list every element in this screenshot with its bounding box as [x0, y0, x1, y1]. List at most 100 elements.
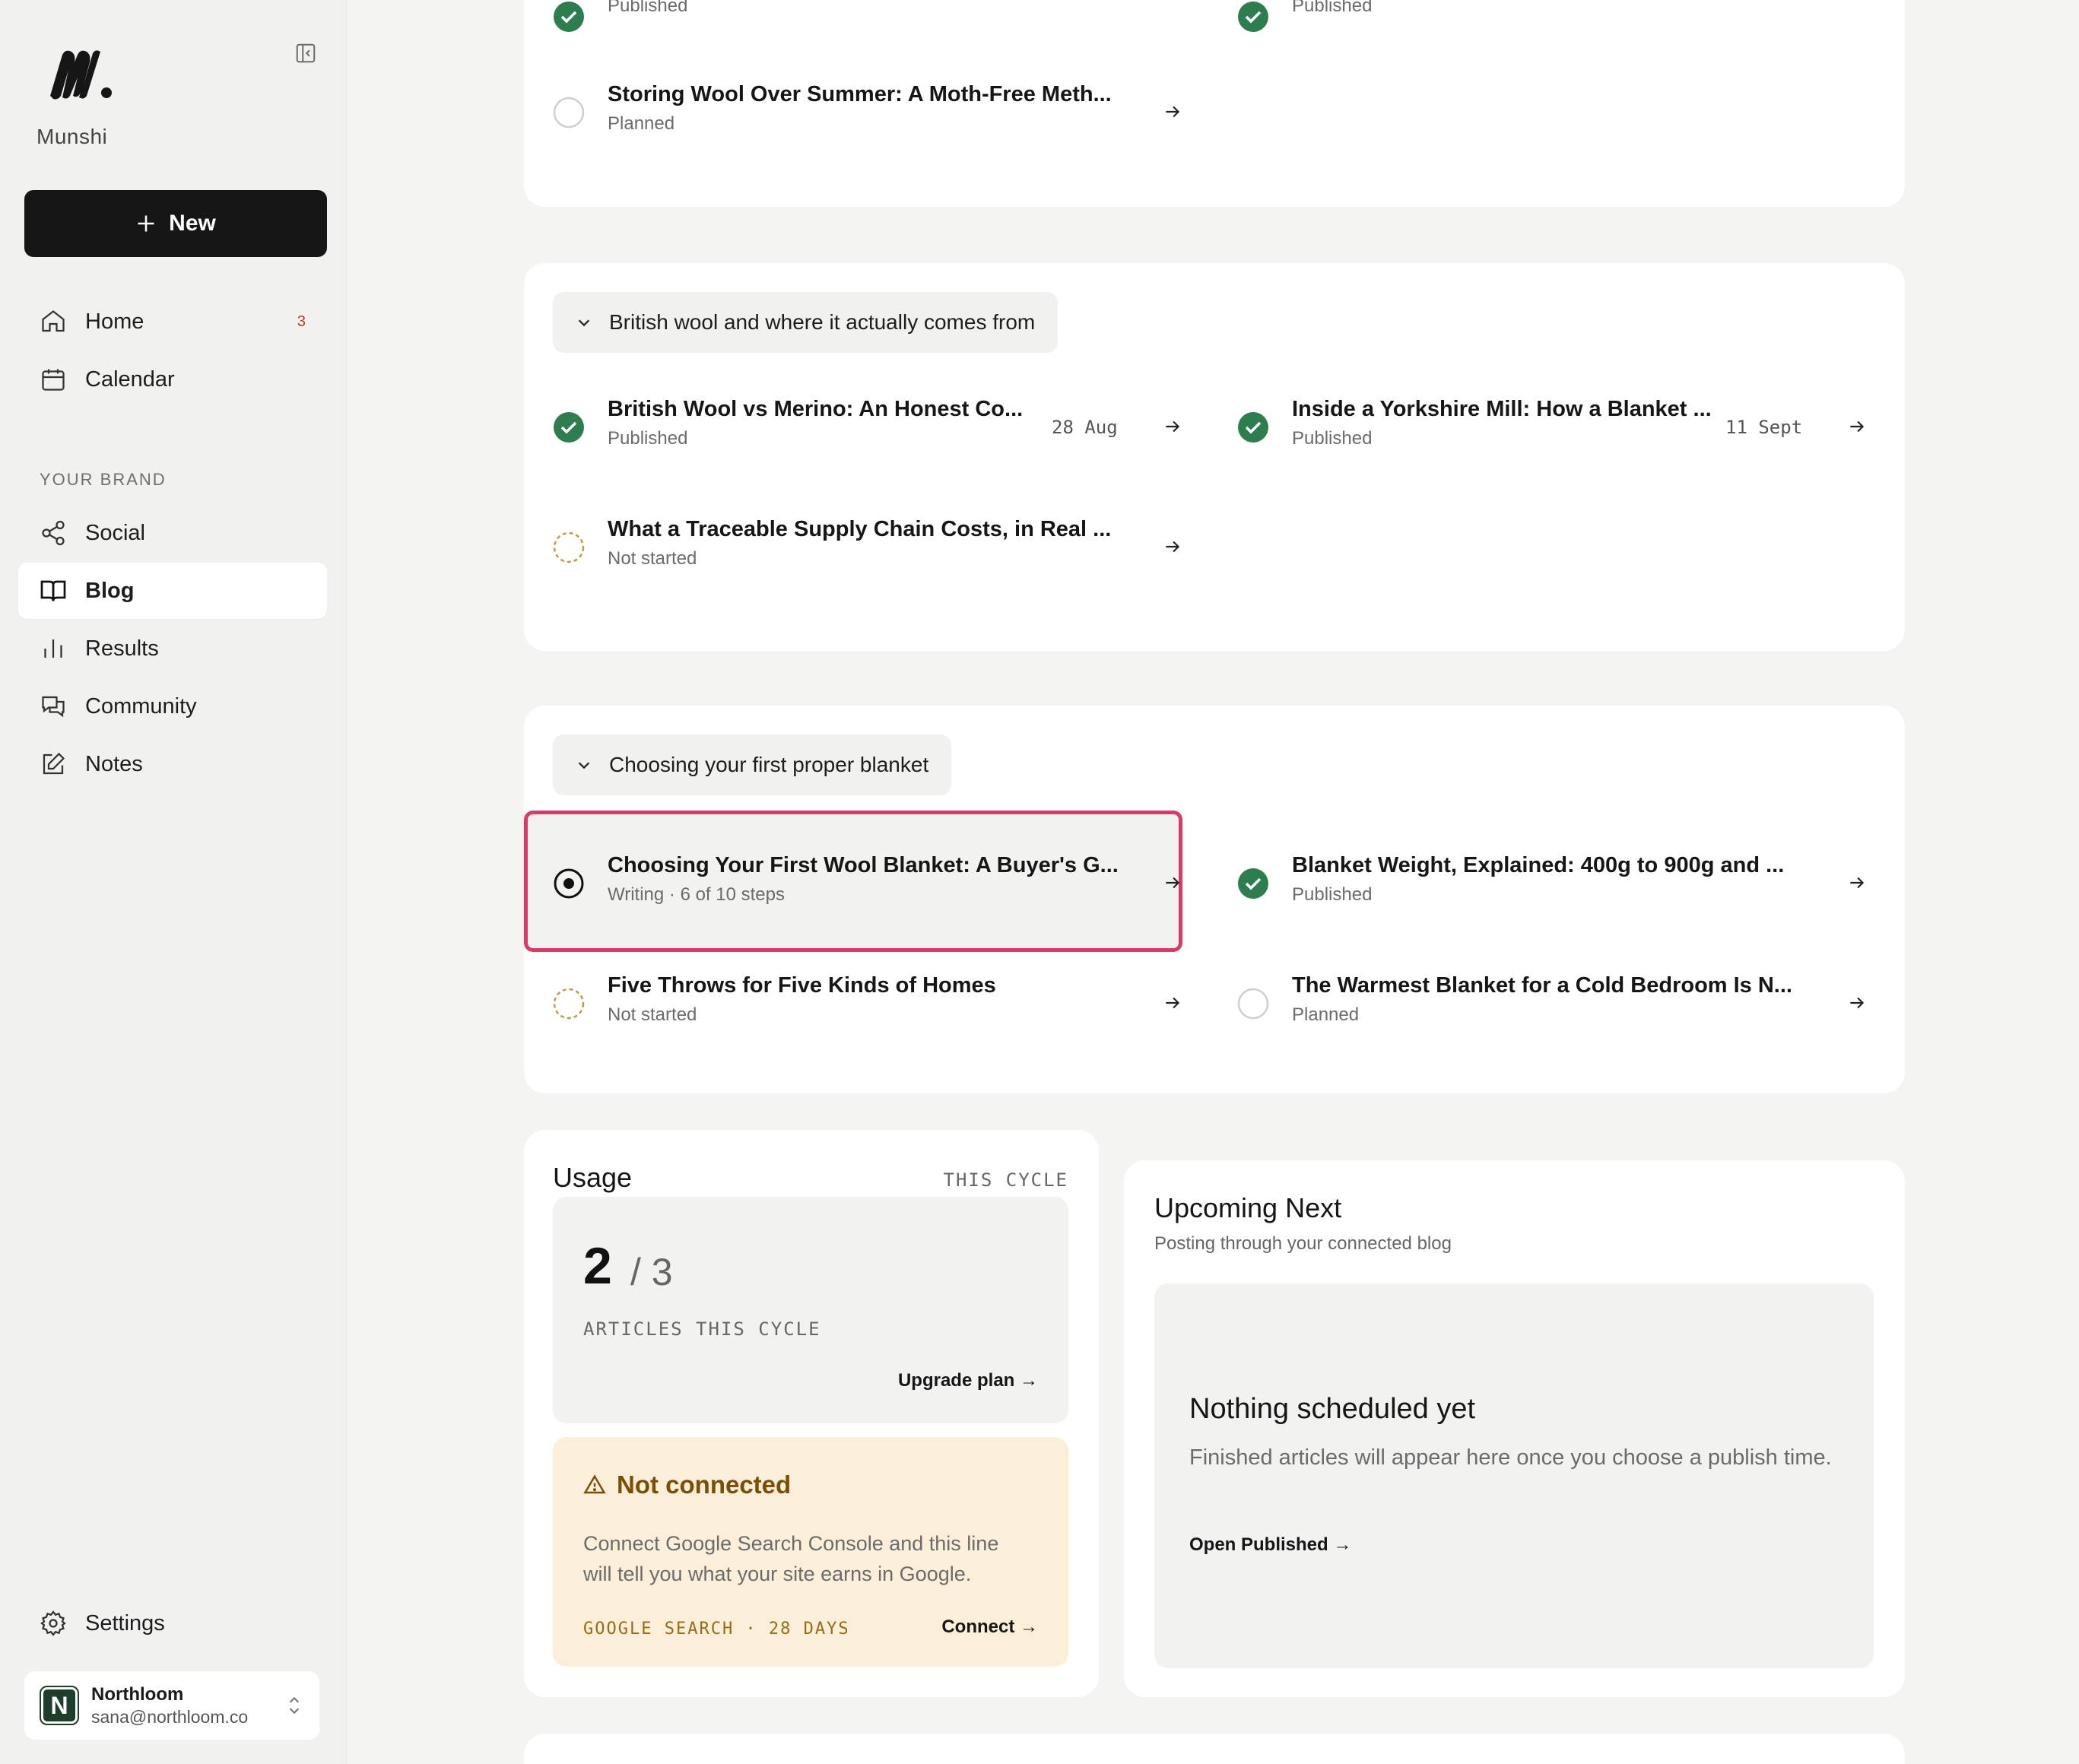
usage-unit-label: ARTICLES THIS CYCLE — [583, 1318, 821, 1340]
sidebar-item-label: Results — [85, 636, 159, 661]
list-item[interactable]: British Wool vs Merino: An Honest Co... … — [553, 383, 1192, 467]
planned-circle-icon — [553, 97, 585, 128]
sidebar-item-settings[interactable]: Settings — [18, 1595, 327, 1651]
arrow-right-icon — [1166, 420, 1180, 433]
sidebar-item-label: Settings — [85, 1610, 165, 1636]
new-button-label: New — [169, 211, 216, 236]
list-item[interactable]: Inside a Yorkshire Mill: How a Blanket .… — [1237, 383, 1876, 467]
plus-icon — [138, 215, 154, 232]
group-title: Choosing your first proper blanket — [609, 753, 929, 776]
published-check-icon — [554, 2, 584, 32]
chevron-down-icon — [578, 319, 590, 327]
sidebar-item-label: Home — [85, 309, 144, 334]
connect-link[interactable]: Connect → — [941, 1616, 1038, 1638]
article-status: Published — [1292, 428, 1373, 449]
list-item[interactable]: Blanket Weight, Explained: 400g to 900g … — [1237, 839, 1876, 923]
list-item[interactable]: Five Throws for Five Kinds of Homes Not … — [553, 960, 1192, 1043]
article-title: Inside a Yorkshire Mill: How a Blanket .… — [1292, 397, 1712, 421]
sidebar-item-social[interactable]: Social — [18, 505, 327, 561]
collapse-sidebar-button[interactable] — [292, 40, 319, 67]
sidebar-toggle-icon — [296, 43, 316, 63]
sidebar-item-blog[interactable]: Blog — [18, 563, 327, 619]
sidebar-item-label: Social — [85, 520, 145, 545]
sidebar-item-notes[interactable]: Notes — [18, 736, 327, 792]
warning-title: Not connected — [583, 1471, 791, 1499]
published-check-icon — [554, 412, 584, 443]
brand-name: Munshi — [37, 125, 108, 148]
empty-state-text: Finished articles will appear here once … — [1189, 1445, 1832, 1470]
sidebar-item-label: Blog — [85, 578, 135, 603]
account-email: sana@northloom.co — [91, 1706, 249, 1727]
sidebar-item-label: Notes — [85, 751, 143, 776]
account-avatar: N — [40, 1686, 79, 1725]
sidebar-item-results[interactable]: Results — [18, 620, 327, 677]
arrow-right-icon — [1850, 877, 1865, 889]
article-status: Writing · 6 of 10 steps — [608, 884, 785, 905]
sidebar-item-home[interactable]: Home 3 — [18, 293, 327, 350]
munshi-logo[interactable] — [47, 47, 116, 100]
arrow-right-icon — [1166, 541, 1180, 553]
usage-limit: / 3 — [630, 1251, 673, 1293]
list-item[interactable]: What a Traceable Supply Chain Costs, in … — [553, 503, 1192, 587]
upcoming-title: Upcoming Next — [1154, 1192, 1342, 1223]
upcoming-card: Upcoming Next Posting through your conne… — [1124, 1160, 1905, 1697]
sidebar-item-community[interactable]: Community — [18, 678, 327, 734]
warning-source: GOOGLE SEARCH · 28 DAYS — [583, 1620, 850, 1639]
account-switcher[interactable]: N Northloom sana@northloom.co — [24, 1671, 319, 1740]
article-title: Blanket Weight, Explained: 400g to 900g … — [1292, 853, 1785, 877]
article-group-card: Published Published Storing Wool Over Su… — [524, 0, 1905, 207]
group-toggle[interactable]: British wool and where it actually comes… — [553, 292, 1059, 353]
article-title: Choosing Your First Wool Blanket: A Buye… — [608, 853, 1119, 877]
empty-state-title: Nothing scheduled yet — [1189, 1393, 1476, 1425]
article-status: Not started — [608, 548, 697, 569]
usage-cycle-label: THIS CYCLE — [943, 1169, 1068, 1191]
article-title: The Warmest Blanket for a Cold Bedroom I… — [1292, 973, 1792, 998]
article-status: Planned — [608, 113, 675, 134]
notification-badge: 3 — [297, 313, 306, 330]
group-toggle[interactable]: Choosing your first proper blanket — [553, 734, 952, 795]
list-item[interactable]: Published — [553, 0, 1176, 56]
not-started-dashed-circle-icon — [553, 531, 585, 563]
warning-text: Connect Google Search Console and this l… — [583, 1532, 999, 1585]
arrow-right-icon — [1850, 420, 1865, 433]
published-check-icon — [1238, 412, 1268, 443]
usage-used: 2 — [583, 1237, 612, 1295]
planned-circle-icon — [1237, 988, 1269, 1020]
arrow-right-icon — [1166, 106, 1180, 118]
book-icon — [40, 580, 66, 601]
article-status: Not started — [608, 1004, 697, 1025]
list-item[interactable]: The Warmest Blanket for a Cold Bedroom I… — [1237, 960, 1876, 1043]
article-status: Planned — [1292, 1004, 1360, 1025]
article-status: Published — [608, 428, 688, 449]
published-check-icon — [1238, 2, 1268, 32]
upcoming-subtitle: Posting through your connected blog — [1154, 1233, 1452, 1254]
list-item[interactable]: Choosing Your First Wool Blanket: A Buye… — [553, 839, 1192, 923]
warning-title-text: Not connected — [617, 1471, 792, 1499]
arrow-right-icon — [1166, 877, 1180, 889]
publish-date: 28 Aug — [1052, 417, 1118, 438]
nav-section-heading: YOUR BRAND — [40, 470, 167, 489]
arrow-right-icon — [1166, 997, 1180, 1009]
upgrade-plan-link[interactable]: Upgrade plan → — [898, 1370, 1038, 1391]
bar-chart-icon — [44, 639, 62, 658]
list-item[interactable]: Published — [1237, 0, 1861, 56]
not-started-dashed-circle-icon — [553, 988, 585, 1020]
arrow-right-icon — [1850, 997, 1865, 1009]
article-title: Storing Wool Over Summer: A Moth-Free Me… — [608, 82, 1112, 106]
list-item[interactable]: Storing Wool Over Summer: A Moth-Free Me… — [553, 68, 1192, 152]
chevron-up-down-icon — [289, 1696, 300, 1715]
open-published-link[interactable]: Open Published → — [1189, 1534, 1351, 1556]
warning-icon — [583, 1474, 606, 1494]
usage-meter: 2 / 3 ARTICLES THIS CYCLE Upgrade plan → — [553, 1197, 1068, 1423]
in-progress-radio-icon — [554, 868, 584, 899]
upcoming-empty-state: Nothing scheduled yet Finished articles … — [1154, 1283, 1874, 1668]
home-icon — [42, 310, 65, 332]
sidebar-item-calendar[interactable]: Calendar — [18, 351, 327, 408]
usage-card: Usage THIS CYCLE 2 / 3 ARTICLES THIS CYC… — [524, 1130, 1099, 1697]
publish-date: 11 Sept — [1725, 417, 1803, 438]
sidebar-item-label: Calendar — [85, 366, 175, 392]
calendar-icon — [42, 369, 65, 391]
article-status: Published — [1292, 0, 1373, 16]
gear-icon — [40, 1610, 66, 1636]
new-button[interactable]: New — [24, 190, 327, 257]
